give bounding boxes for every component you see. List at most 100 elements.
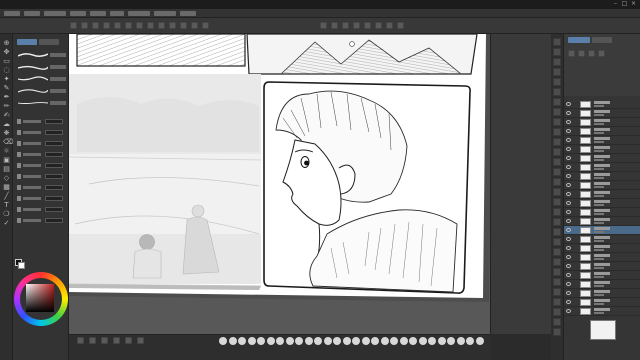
- tool-property-row[interactable]: [17, 151, 65, 159]
- visibility-eye-icon[interactable]: [566, 102, 571, 106]
- blend-tool-icon[interactable]: ☼: [3, 148, 10, 155]
- layer-row[interactable]: [564, 262, 640, 271]
- tool-property-row[interactable]: [17, 118, 65, 126]
- visibility-eye-icon[interactable]: [566, 309, 571, 313]
- visibility-eye-icon[interactable]: [566, 255, 571, 259]
- frame-cell[interactable]: [266, 337, 275, 345]
- command-icon[interactable]: [320, 22, 327, 29]
- layer-row[interactable]: [564, 289, 640, 298]
- save-button[interactable]: [92, 22, 99, 29]
- property-value-field[interactable]: [45, 196, 63, 201]
- panel-dock-icon[interactable]: [553, 178, 561, 186]
- color-swatch-pair[interactable]: [15, 259, 25, 269]
- new-button[interactable]: [70, 22, 77, 29]
- layer-row[interactable]: [564, 226, 640, 235]
- frame-cell[interactable]: [238, 337, 246, 345]
- pencil-tool-icon[interactable]: ✏: [3, 103, 10, 110]
- property-value-field[interactable]: [45, 174, 63, 179]
- sub-color-swatch[interactable]: [18, 262, 25, 269]
- layer-row[interactable]: [564, 190, 640, 199]
- brush-preset[interactable]: [16, 74, 66, 85]
- property-value-field[interactable]: [45, 141, 63, 146]
- panel-dock-icon[interactable]: [553, 158, 561, 166]
- panel-dock-icon[interactable]: [553, 258, 561, 266]
- panel-dock-icon[interactable]: [553, 148, 561, 156]
- layer-row[interactable]: [564, 127, 640, 136]
- tool-property-row[interactable]: [17, 162, 65, 170]
- panel-dock-icon[interactable]: [553, 48, 561, 56]
- menu-view[interactable]: [110, 11, 124, 16]
- ruler-tool-icon[interactable]: ╱: [3, 193, 10, 200]
- maximize-icon[interactable]: □: [621, 1, 628, 7]
- eyedropper-tool-icon[interactable]: ✎: [3, 85, 10, 92]
- panel-dock-icon[interactable]: [553, 138, 561, 146]
- panel-dock-icon[interactable]: [553, 108, 561, 116]
- frame-cell[interactable]: [475, 337, 484, 345]
- panel-dock-icon[interactable]: [553, 218, 561, 226]
- visibility-eye-icon[interactable]: [566, 264, 571, 268]
- panel-dock-icon[interactable]: [553, 208, 561, 216]
- layer-option-icon[interactable]: [588, 50, 595, 57]
- command-icon[interactable]: [364, 22, 371, 29]
- frame-cell[interactable]: [257, 337, 265, 345]
- frame-cell[interactable]: [314, 337, 322, 345]
- frame-cell[interactable]: [437, 337, 446, 345]
- panel-dock-icon[interactable]: [553, 128, 561, 136]
- layer-row[interactable]: [564, 235, 640, 244]
- saturation-value-square[interactable]: [26, 284, 54, 312]
- timeline-control-icon[interactable]: [113, 337, 120, 344]
- frame-cell[interactable]: [276, 337, 284, 345]
- panel-dock-icon[interactable]: [553, 238, 561, 246]
- auto-select-tool-icon[interactable]: ✦: [3, 76, 10, 83]
- layer-row[interactable]: [564, 136, 640, 145]
- frame-tool-icon[interactable]: ▦: [3, 184, 10, 191]
- timeline-control-icon[interactable]: [125, 337, 132, 344]
- panel-dock-icon[interactable]: [553, 318, 561, 326]
- menu-filter[interactable]: [128, 11, 150, 16]
- timeline-control-icon[interactable]: [137, 337, 144, 344]
- frame-cell[interactable]: [399, 337, 408, 345]
- layer-row[interactable]: [564, 307, 640, 316]
- layer-row[interactable]: [564, 154, 640, 163]
- visibility-eye-icon[interactable]: [566, 111, 571, 115]
- fill-button[interactable]: [136, 22, 143, 29]
- command-icon[interactable]: [353, 22, 360, 29]
- panel-dock-icon[interactable]: [553, 188, 561, 196]
- command-icon[interactable]: [386, 22, 393, 29]
- panel-dock-icon[interactable]: [553, 278, 561, 286]
- frame-cell[interactable]: [285, 337, 294, 345]
- visibility-eye-icon[interactable]: [566, 246, 571, 250]
- layer-row[interactable]: [564, 109, 640, 118]
- visibility-eye-icon[interactable]: [566, 138, 571, 142]
- panel-dock-icon[interactable]: [553, 268, 561, 276]
- figure-tool-icon[interactable]: ◇: [3, 175, 10, 182]
- manga-page-canvas[interactable]: [69, 34, 490, 334]
- visibility-eye-icon[interactable]: [566, 273, 571, 277]
- menu-select[interactable]: [90, 11, 106, 16]
- undo-button[interactable]: [103, 22, 110, 29]
- color-wheel[interactable]: [14, 272, 68, 326]
- menu-edit[interactable]: [24, 11, 40, 16]
- correct-tool-icon[interactable]: ✓: [3, 220, 10, 227]
- visibility-eye-icon[interactable]: [566, 174, 571, 178]
- visibility-eye-icon[interactable]: [566, 282, 571, 286]
- panel-dock-icon[interactable]: [553, 58, 561, 66]
- visibility-eye-icon[interactable]: [566, 300, 571, 304]
- layer-option-icon[interactable]: [568, 50, 575, 57]
- balloon-tool-icon[interactable]: ❍: [3, 211, 10, 218]
- timeline-control-icon[interactable]: [89, 337, 96, 344]
- airbrush-tool-icon[interactable]: ☁: [3, 121, 10, 128]
- frame-cell[interactable]: [304, 337, 313, 345]
- layer-row[interactable]: [564, 100, 640, 109]
- menu-animation[interactable]: [44, 11, 66, 16]
- panel-dock-icon[interactable]: [553, 328, 561, 336]
- panel-dock-icon[interactable]: [553, 78, 561, 86]
- panel-dock-icon[interactable]: [553, 68, 561, 76]
- brush-preset[interactable]: [16, 62, 66, 73]
- menu-help[interactable]: [180, 11, 196, 16]
- visibility-eye-icon[interactable]: [566, 201, 571, 205]
- property-value-field[interactable]: [45, 218, 63, 223]
- layer-row[interactable]: [564, 163, 640, 172]
- rotate-button[interactable]: [191, 22, 198, 29]
- command-icon[interactable]: [375, 22, 382, 29]
